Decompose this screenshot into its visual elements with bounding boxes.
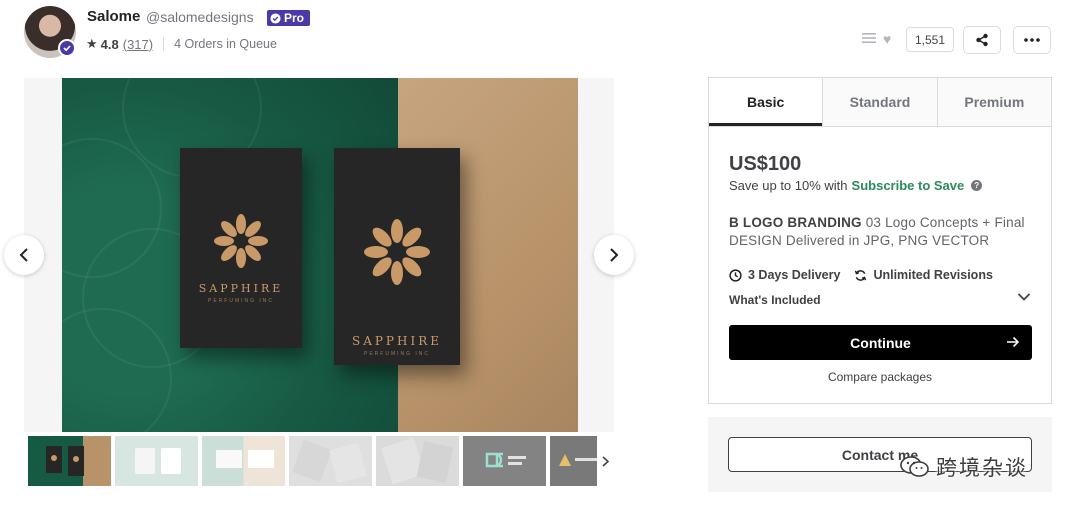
gallery-thumbnail[interactable] [202,436,285,486]
gig-gallery: SAPPHIRE PERFUMING INC SAPPHIRE PERFUMIN [24,78,614,432]
more-icon [1024,38,1040,42]
subscribe-save-row: Save up to 10% with Subscribe to Save ? [729,178,983,193]
verified-icon [58,39,76,57]
refresh-icon [855,269,867,281]
packages-panel: Basic Standard Premium US$100 Save up to… [708,77,1052,404]
card-brand-text: SAPPHIRE [351,334,443,348]
tab-standard[interactable]: Standard [822,78,937,126]
share-icon [976,33,988,47]
chevron-down-icon[interactable] [1017,292,1031,302]
delivery-feature: 3 Days Delivery [729,268,840,282]
chevron-right-icon [610,248,619,262]
card-brand-subtext: PERFUMING INC [208,298,274,304]
delivery-time: 3 Days Delivery [748,268,841,282]
more-options-button[interactable] [1013,26,1051,54]
gallery-thumbnail[interactable] [463,436,546,486]
seller-handle[interactable]: @salomedesigns [146,9,254,25]
tab-premium[interactable]: Premium [936,78,1051,126]
star-icon: ★ [86,36,98,51]
business-card-back: SAPPHIRE PERFUMING INC [334,148,460,365]
package-description: B LOGO BRANDING 03 Logo Concepts + Final… [729,214,1039,250]
gallery-thumbnail[interactable] [289,436,372,486]
pro-badge: Pro [267,10,311,26]
card-brand-subtext: PERFUMING INC [364,351,430,357]
package-tabs: Basic Standard Premium [709,78,1051,127]
orders-in-queue: 4 Orders in Queue [174,37,277,51]
package-price: US$100 [729,153,802,175]
heart-icon[interactable]: ♥ [883,31,891,47]
gallery-thumbnail[interactable] [376,436,459,486]
watermark: 跨境杂谈 [900,452,1028,482]
divider [163,37,165,51]
clock-icon [729,268,742,282]
help-icon[interactable]: ? [971,180,983,191]
chevron-left-icon [19,248,28,262]
chevron-right-icon [602,455,609,467]
collection-icon[interactable] [862,32,876,44]
gallery-thumbnail[interactable] [28,436,111,486]
subscribe-to-save-link[interactable]: Subscribe to Save [852,178,965,193]
gallery-thumbnail[interactable] [115,436,198,486]
gallery-thumbnails [28,436,614,486]
seller-rating-row: ★ 4.8 (317) 4 Orders in Queue [86,36,277,52]
revisions-feature: Unlimited Revisions [854,268,993,282]
continue-label: Continue [850,334,911,351]
package-features: 3 Days Delivery Unlimited Revisions [729,268,993,282]
wechat-icon [900,456,929,477]
revisions-count: Unlimited Revisions [873,268,993,282]
pro-label: Pro [284,11,305,25]
card-brand-text: SAPPHIRE [198,282,284,295]
likes-count: 1,551 [906,27,955,52]
thumbnails-next-button[interactable] [597,436,614,486]
watermark-text: 跨境杂谈 [936,456,1028,480]
save-text: Save up to 10% with [729,178,848,193]
reviews-count-link[interactable]: (317) [123,37,153,52]
whats-included-toggle[interactable]: What's Included [729,293,821,307]
arrow-right-icon [1007,336,1020,348]
gallery-main-image: SAPPHIRE PERFUMING INC SAPPHIRE PERFUMIN [24,78,578,432]
compare-packages-link[interactable]: Compare packages [709,370,1051,384]
continue-button[interactable]: Continue [729,325,1032,360]
business-card-front: SAPPHIRE PERFUMING INC [180,148,302,348]
package-title: B LOGO BRANDING [729,215,862,230]
gallery-prev-button[interactable] [4,235,44,275]
seller-name[interactable]: Salome [87,8,140,25]
rating-value: 4.8 [100,36,119,52]
share-button[interactable] [963,26,1001,54]
gallery-next-button[interactable] [594,235,634,275]
verified-icon [270,12,281,24]
tab-basic[interactable]: Basic [709,78,823,126]
